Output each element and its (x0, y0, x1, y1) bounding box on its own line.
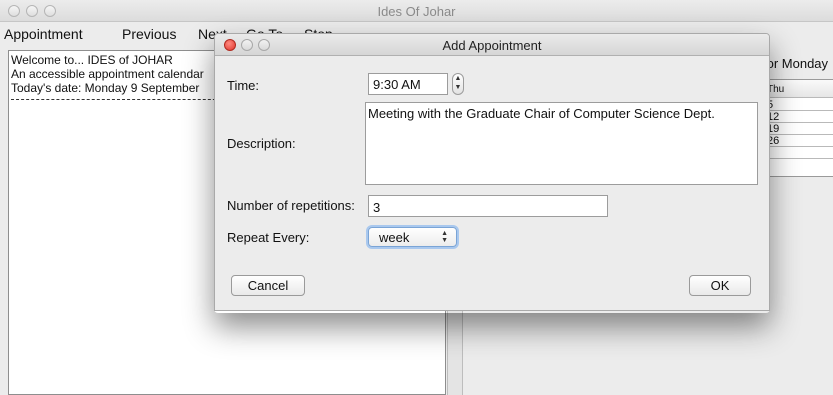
repeat-every-select[interactable]: week ▲ ▼ (368, 227, 457, 247)
dialog-title: Add Appointment (442, 38, 542, 53)
divider (11, 99, 231, 100)
ok-button[interactable]: OK (689, 275, 751, 296)
stepper-up-icon[interactable]: ▲ (453, 74, 463, 83)
main-titlebar: Ides Of Johar (0, 0, 833, 22)
menu-appointment[interactable]: Appointment (4, 26, 83, 42)
stepper-down-icon[interactable]: ▼ (453, 83, 463, 92)
welcome-title: Welcome to... IDES of JOHAR (11, 53, 173, 67)
cancel-button[interactable]: Cancel (231, 275, 305, 296)
dialog-titlebar: Add Appointment (215, 34, 769, 56)
time-field[interactable]: 9:30 AM (368, 73, 448, 95)
repetitions-label: Number of repetitions: (227, 198, 355, 213)
window-title: Ides Of Johar (377, 4, 456, 19)
select-arrows-icon: ▲ ▼ (441, 230, 448, 244)
todays-date: Today's date: Monday 9 September (11, 81, 200, 95)
calendar-header: for Monday (763, 56, 829, 71)
repeat-every-label: Repeat Every: (227, 230, 310, 245)
time-label: Time: (227, 78, 260, 93)
add-appointment-dialog: Add Appointment Time: 9:30 AM ▲ ▼ Descri… (214, 33, 770, 311)
repetitions-field[interactable]: 3 (368, 195, 608, 217)
menu-previous[interactable]: Previous (122, 26, 176, 42)
description-label: Description: (227, 136, 296, 151)
welcome-subtitle: An accessible appointment calendar (11, 67, 204, 81)
time-stepper[interactable]: ▲ ▼ (452, 73, 464, 95)
repeat-every-value: week (379, 230, 410, 245)
description-textarea[interactable]: Meeting with the Graduate Chair of Compu… (365, 102, 758, 185)
